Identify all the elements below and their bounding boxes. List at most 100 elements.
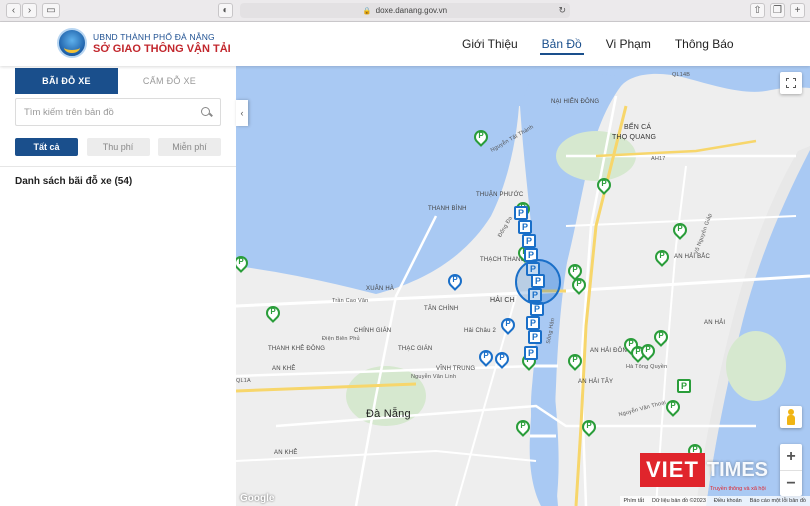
search-input[interactable]: [24, 106, 201, 118]
parking-pin[interactable]: P: [569, 275, 589, 296]
url-text: doxe.danang.gov.vn: [375, 6, 448, 15]
parking-marker-square[interactable]: P: [522, 234, 536, 248]
parking-marker-square[interactable]: P: [518, 220, 532, 234]
map-label-hai-chau: HẢI CH: [490, 297, 515, 304]
pegman-icon: [787, 409, 795, 425]
nav-gioi-thieu[interactable]: Giới Thiệu: [450, 22, 530, 66]
parking-pin[interactable]: P: [652, 247, 672, 268]
parking-pin[interactable]: P: [565, 351, 585, 372]
filter-free-button[interactable]: Miễn phí: [158, 138, 221, 156]
selected-parking-marker[interactable]: P: [531, 274, 545, 288]
parking-pin-paid[interactable]: P: [498, 315, 518, 336]
share-icon[interactable]: ⇧: [750, 3, 765, 18]
map-label-ha-tong-quyen: Hà Tông Quyền: [626, 364, 668, 370]
map-attribution: Phím tắt Dữ liệu bản đồ ©2023 Điều khoản…: [619, 496, 810, 506]
main-nav: Giới Thiệu Bản Đồ Vi Phạm Thông Báo: [450, 22, 746, 66]
map-canvas[interactable]: BẾN CÁ THỌ QUANG NẠI HIÊN ĐÔNG AN HẢI BẮ…: [236, 66, 810, 506]
parking-marker-square[interactable]: P: [524, 346, 538, 360]
map-label-thanh-khe-dong: THANH KHÊ ĐÔNG: [268, 346, 326, 352]
org-parent: UBND THÀNH PHỐ ĐÀ NẴNG: [93, 32, 215, 42]
parking-pin[interactable]: P: [579, 417, 599, 438]
tab-cam-do-xe[interactable]: CẤM ĐỖ XE: [118, 68, 221, 94]
address-bar[interactable]: 🔒 doxe.danang.gov.vn ↻: [240, 3, 570, 18]
parking-marker-square[interactable]: P: [514, 206, 528, 220]
map-label-tran-cao-van: Trần Cao Vân: [332, 298, 369, 304]
parking-pin[interactable]: P: [670, 220, 690, 241]
zoom-control: + −: [780, 444, 802, 496]
sidebar: BÃI ĐỖ XE CẤM ĐỖ XE Tất cả Thu phí Miễn …: [0, 66, 236, 506]
map-label-hai-chau-2: Hải Châu 2: [464, 328, 497, 334]
parking-pin[interactable]: P: [663, 397, 683, 418]
map-label-vinh-trung: VĨNH TRUNG: [436, 366, 476, 372]
parking-pin[interactable]: P: [471, 127, 491, 148]
parking-marker-square[interactable]: P: [677, 379, 691, 393]
new-tab-icon[interactable]: +: [790, 3, 805, 18]
map-label-chinh-gian: CHÍNH GIÁN: [354, 328, 392, 334]
site-logo[interactable]: [57, 28, 87, 58]
zoom-out-button[interactable]: −: [780, 471, 802, 497]
fullscreen-icon: [786, 78, 796, 88]
fullscreen-button[interactable]: [780, 72, 802, 94]
map-label-da-nang: Đà Nẵng: [366, 408, 411, 420]
parking-list-title: Danh sách bãi đỗ xe (54): [15, 176, 133, 187]
parking-pin[interactable]: P: [513, 417, 533, 438]
map-label-xuan-ha: XUÂN HÀ: [366, 286, 395, 292]
parking-pin[interactable]: P: [651, 327, 671, 348]
sidebar-tabs: BÃI ĐỖ XE CẤM ĐỖ XE: [15, 68, 221, 94]
map-label-thac-gian: THẠC GIÁN: [398, 346, 433, 352]
parking-pin[interactable]: P: [638, 341, 658, 362]
parking-pin-paid[interactable]: P: [476, 347, 496, 368]
map-label-thanh-binh: THANH BÌNH: [428, 206, 467, 212]
google-logo: Google: [240, 493, 275, 504]
sidebar-toggle-icon[interactable]: ▭: [42, 3, 60, 18]
lock-icon: 🔒: [362, 7, 372, 15]
reload-icon[interactable]: ↻: [558, 5, 566, 16]
map-label-ql14b: QL14B: [672, 72, 691, 78]
collapse-sidebar-button[interactable]: ‹: [236, 100, 248, 126]
map-label-ben-ca: BẾN CÁ: [624, 124, 652, 131]
chevron-left-icon: ‹: [240, 108, 244, 118]
map-label-ql1a: QL1A: [236, 378, 251, 384]
nav-thong-bao[interactable]: Thông Báo: [663, 22, 746, 66]
keyboard-shortcuts-link[interactable]: Phím tắt: [624, 498, 644, 504]
parking-pin[interactable]: P: [594, 175, 614, 196]
parking-marker-square[interactable]: P: [528, 330, 542, 344]
privacy-icon[interactable]: ◐: [218, 3, 233, 18]
org-name: SỞ GIAO THÔNG VẬN TẢI: [93, 43, 231, 55]
parking-marker-square[interactable]: P: [526, 316, 540, 330]
map-label-an-khe: AN KHÊ: [272, 366, 296, 372]
map-label-thuan-phuoc: THUẬN PHƯỚC: [476, 192, 524, 198]
tab-bai-do-xe[interactable]: BÃI ĐỖ XE: [15, 68, 118, 94]
watermark-tagline: Truyền thông và xã hội: [710, 486, 766, 492]
divider: [0, 166, 236, 167]
search-box: [15, 98, 221, 126]
parking-pin[interactable]: P: [263, 303, 283, 324]
filter-group: Tất cả Thu phí Miễn phí: [15, 138, 221, 156]
map-label-an-hai: AN HẢI: [704, 320, 726, 326]
filter-paid-button[interactable]: Thu phí: [86, 138, 150, 156]
map-label-an-hai-bac: AN HẢI BẮC: [674, 254, 711, 260]
map-label-nai-hien-dong: NẠI HIÊN ĐÔNG: [551, 99, 600, 105]
report-error-link[interactable]: Báo cáo một lỗi bản đồ: [750, 498, 806, 504]
parking-pin-paid[interactable]: P: [445, 271, 465, 292]
tabs-icon[interactable]: ❐: [770, 3, 785, 18]
forward-icon[interactable]: ›: [22, 3, 37, 18]
street-view-button[interactable]: [780, 406, 802, 428]
browser-toolbar: ‹ › ▭ ◐ 🔒 doxe.danang.gov.vn ↻ ⇧ ❐ +: [0, 0, 810, 22]
back-icon[interactable]: ‹: [6, 3, 21, 18]
map-label-ah17: AH17: [651, 156, 666, 162]
parking-pin[interactable]: P: [236, 253, 251, 274]
zoom-in-button[interactable]: +: [780, 444, 802, 470]
parking-pin-paid[interactable]: P: [492, 349, 512, 370]
search-icon[interactable]: [201, 106, 212, 118]
terms-link[interactable]: Điều khoản: [714, 498, 742, 504]
map-label-tan-chinh: TÂN CHÍNH: [424, 306, 459, 312]
nav-ban-do[interactable]: Bản Đồ: [530, 22, 594, 66]
watermark-brand-2: TIMES: [706, 458, 769, 481]
nav-vi-pham[interactable]: Vi Phạm: [594, 22, 663, 66]
site-header: UBND THÀNH PHỐ ĐÀ NẴNG SỞ GIAO THÔNG VẬN…: [0, 22, 810, 66]
map-label-an-khe-2: AN KHÊ: [274, 450, 298, 456]
filter-all-button[interactable]: Tất cả: [15, 138, 78, 156]
map-data-text: Dữ liệu bản đồ ©2023: [651, 498, 706, 504]
map-label-tho-quang: THỌ QUANG: [612, 134, 657, 141]
